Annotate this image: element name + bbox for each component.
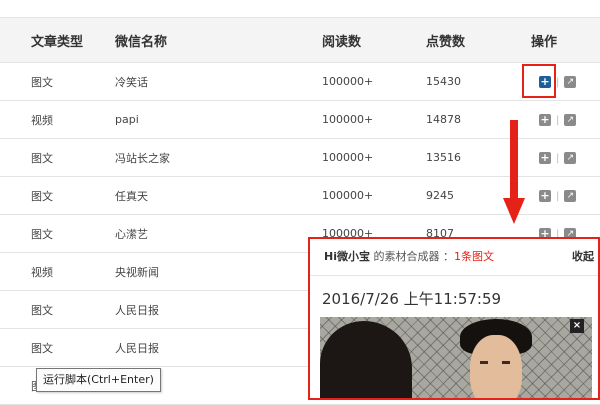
table-row: 图文 冷笑话 100000+ 15430 + | ↗ — [0, 62, 600, 101]
cell-name: 人民日报 — [115, 290, 322, 329]
plus-icon[interactable]: + — [539, 190, 551, 202]
cell-type: 图文 — [0, 176, 115, 215]
cell-name: 任真天 — [115, 176, 322, 215]
ops-separator: | — [556, 152, 560, 164]
share-icon[interactable]: ↗ — [564, 76, 577, 88]
cell-type: 图文 — [0, 138, 115, 177]
popup-timestamp: 2016/7/26 上午11:57:59 — [322, 290, 502, 308]
cell-type: 视频 — [0, 100, 115, 139]
ops-separator: | — [556, 114, 560, 126]
cell-ops: + | ↗ — [531, 138, 600, 177]
cell-ops: + | ↗ — [531, 100, 600, 139]
header-ops: 操作 — [531, 18, 600, 63]
header-name: 微信名称 — [115, 18, 322, 63]
share-icon[interactable]: ↗ — [564, 190, 577, 202]
person-face — [470, 335, 522, 398]
plus-icon[interactable]: + — [539, 152, 551, 164]
header-type: 文章类型 — [0, 18, 115, 63]
cell-likes: 15430 — [426, 62, 531, 101]
close-icon[interactable]: × — [570, 319, 584, 333]
table-header-row: 文章类型 微信名称 阅读数 点赞数 操作 — [0, 18, 600, 63]
eye-left — [480, 361, 488, 364]
cell-name: 心潆艺 — [115, 214, 322, 253]
highlight-box — [522, 64, 556, 98]
eye-right — [502, 361, 510, 364]
cell-reads: 100000+ — [322, 62, 426, 101]
cell-type: 图文 — [0, 290, 115, 329]
cell-ops: + | ↗ — [531, 176, 600, 215]
header-likes: 点赞数 — [426, 18, 531, 63]
top-band — [0, 0, 600, 18]
cell-reads: 100000+ — [322, 176, 426, 215]
article-thumbnail: × — [320, 317, 592, 398]
cell-type: 图文 — [0, 62, 115, 101]
collapse-button[interactable]: 收起 — [572, 239, 594, 275]
cell-name: papi — [115, 100, 322, 139]
cell-name: 人民日报 — [115, 328, 322, 367]
popup-count[interactable]: 1条图文 — [454, 250, 494, 263]
cell-name: 冯站长之家 — [115, 138, 322, 177]
cell-name: 央视新闻 — [115, 252, 322, 291]
cell-reads: 100000+ — [322, 138, 426, 177]
share-icon[interactable]: ↗ — [564, 152, 577, 164]
popup-title: 的素材合成器 ： — [369, 250, 454, 263]
down-arrow-icon — [503, 120, 525, 224]
header-reads: 阅读数 — [322, 18, 426, 63]
cell-type: 图文 — [0, 328, 115, 367]
popup-owner: Hi微小宝 — [324, 250, 370, 263]
ops-separator: | — [556, 190, 560, 202]
material-composer-popup: Hi微小宝 的素材合成器 ：1条图文 收起 2016/7/26 上午11:57:… — [308, 237, 600, 400]
cell-type: 视频 — [0, 252, 115, 291]
run-script-tooltip: 运行脚本(Ctrl+Enter) — [36, 368, 161, 392]
popup-header: Hi微小宝 的素材合成器 ：1条图文 收起 — [310, 239, 598, 276]
share-icon[interactable]: ↗ — [564, 114, 577, 126]
cell-name: 冷笑话 — [115, 62, 322, 101]
cell-type: 图文 — [0, 214, 115, 253]
ops-separator: | — [556, 76, 560, 88]
plus-icon[interactable]: + — [539, 114, 551, 126]
cell-reads: 100000+ — [322, 100, 426, 139]
